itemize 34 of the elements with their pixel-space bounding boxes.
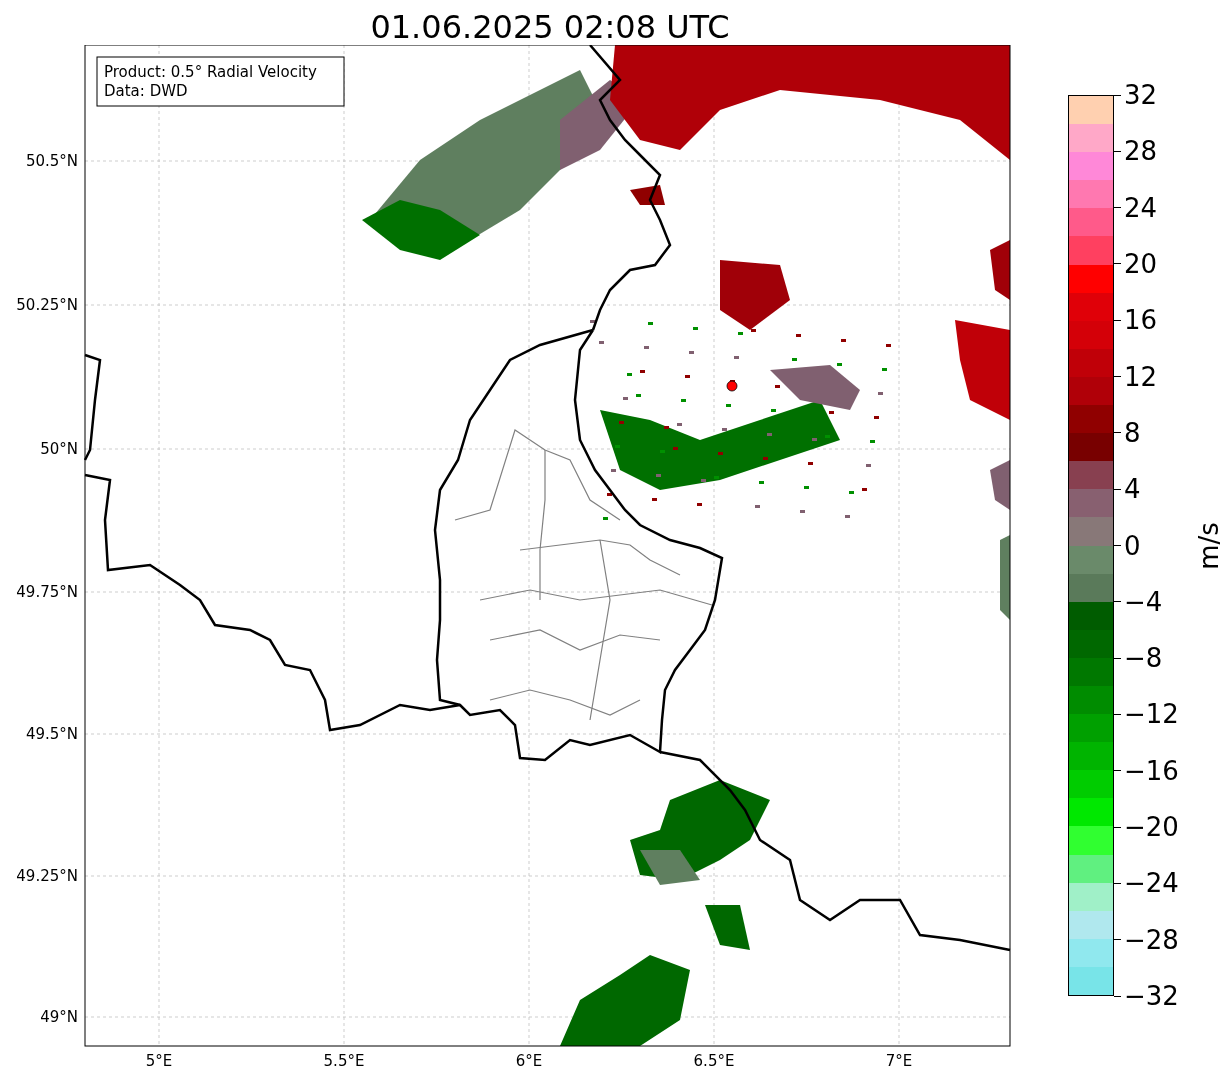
radar-site-marker	[726, 380, 738, 392]
latitude-label: 49.75°N	[16, 583, 78, 601]
colorbar-tick-label: 28	[1123, 138, 1158, 165]
latitude-label: 49.5°N	[25, 725, 78, 743]
colorbar-tick-label: −20	[1123, 814, 1179, 841]
longitude-label: 7°E	[885, 1052, 913, 1070]
colorbar-tick-label: −32	[1123, 983, 1179, 1009]
longitude-label: 5°E	[145, 1052, 173, 1070]
colorbar-tick-label: 0	[1123, 532, 1141, 559]
colorbar-tick-label: 16	[1123, 307, 1158, 334]
colorbar-tick-label: 32	[1123, 82, 1158, 108]
plot-title: 01.06.2025 02:08 UTC	[370, 11, 730, 45]
colorbar-tick-label: −16	[1123, 757, 1179, 784]
colorbar-tick-label: 12	[1123, 363, 1158, 390]
latitude-label: 50.5°N	[25, 152, 78, 170]
longitude-label: 6.5°E	[693, 1052, 735, 1070]
longitude-label: 5.5°E	[323, 1052, 365, 1070]
colorbar-tick-label: −8	[1123, 645, 1163, 672]
colorbar-tick-label: 20	[1123, 250, 1158, 277]
longitude-label: 6°E	[515, 1052, 543, 1070]
info-text: Data: DWD	[104, 82, 188, 100]
latitude-label: 49°N	[40, 1008, 78, 1026]
colorbar-tick-label: −4	[1123, 588, 1163, 615]
colorbar-tick-label: 24	[1123, 194, 1158, 221]
latitude-label: 50.25°N	[16, 296, 78, 314]
colorbar-tick-label: −28	[1123, 926, 1179, 953]
colorbar-tick-label: −24	[1123, 870, 1179, 897]
latitude-label: 49.25°N	[16, 867, 78, 885]
colorbar-tick-label: 4	[1123, 476, 1141, 503]
latitude-label: 50°N	[40, 440, 78, 458]
colorbar-tick-label: 8	[1123, 419, 1141, 446]
colorbar-unit-label: m/s	[1195, 521, 1222, 570]
info-text: Product: 0.5° Radial Velocity	[104, 63, 317, 81]
colorbar-tick-label: −12	[1123, 701, 1179, 728]
